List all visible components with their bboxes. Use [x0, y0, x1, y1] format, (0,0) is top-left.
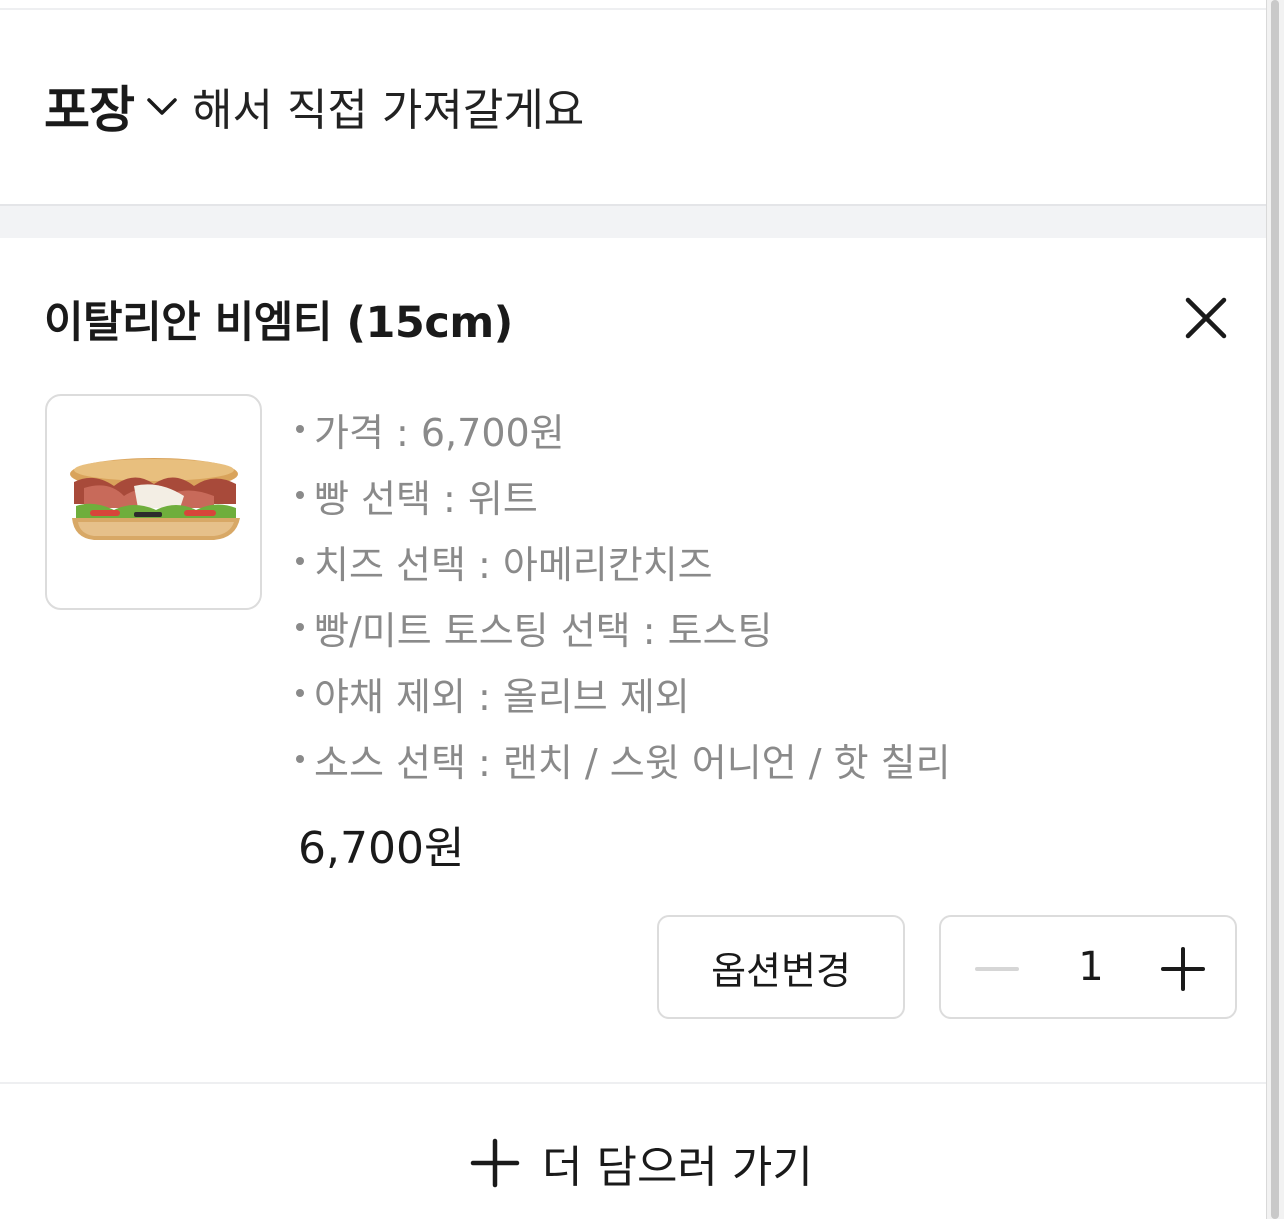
item-options-list: 가격 : 6,700원 빵 선택 : 위트 치즈 선택 : 아메리칸치즈 빵/미… — [296, 396, 951, 792]
chevron-down-icon — [147, 98, 177, 115]
bullet — [296, 623, 304, 631]
order-mode-row: 포장 해서 직접 가져갈게요 — [44, 70, 584, 142]
item-thumbnail — [45, 394, 262, 610]
add-more-label: 더 담으러 가기 — [542, 1142, 813, 1193]
sandwich-image — [69, 458, 240, 540]
minus-icon[interactable] — [971, 943, 1023, 995]
top-divider — [0, 0, 1266, 10]
scrollbar[interactable] — [1266, 0, 1284, 1219]
plus-icon — [470, 1138, 520, 1188]
bottom-divider — [0, 1082, 1266, 1084]
item-title: 이탈리안 비엠티 (15cm) — [44, 298, 513, 348]
option-vegetables: 야채 제외 : 올리브 제외 — [296, 660, 951, 726]
plus-icon[interactable] — [1157, 943, 1209, 995]
bullet — [296, 755, 304, 763]
item-price: 6,700원 — [298, 823, 465, 874]
bullet — [296, 557, 304, 565]
option-price: 가격 : 6,700원 — [296, 396, 951, 462]
option-sauce: 소스 선택 : 랜치 / 스윗 어니언 / 핫 칠리 — [296, 726, 951, 792]
order-mode-dropdown[interactable]: 포장 — [44, 70, 192, 142]
option-bread: 빵 선택 : 위트 — [296, 462, 951, 528]
order-mode-suffix: 해서 직접 가져갈게요 — [192, 85, 585, 136]
scrollbar-thumb[interactable] — [1271, 0, 1279, 1219]
option-cheese: 치즈 선택 : 아메리칸치즈 — [296, 528, 951, 594]
order-mode-label: 포장 — [44, 81, 135, 139]
change-options-button[interactable]: 옵션변경 — [657, 915, 905, 1019]
bullet — [296, 491, 304, 499]
add-more-button[interactable]: 더 담으러 가기 — [470, 1130, 813, 1196]
bullet — [296, 425, 304, 433]
quantity-stepper: 1 — [939, 915, 1237, 1019]
section-divider — [0, 204, 1266, 238]
quantity-value: 1 — [1078, 944, 1104, 990]
close-icon[interactable] — [1180, 292, 1232, 344]
option-toasting: 빵/미트 토스팅 선택 : 토스팅 — [296, 594, 951, 660]
bullet — [296, 689, 304, 697]
